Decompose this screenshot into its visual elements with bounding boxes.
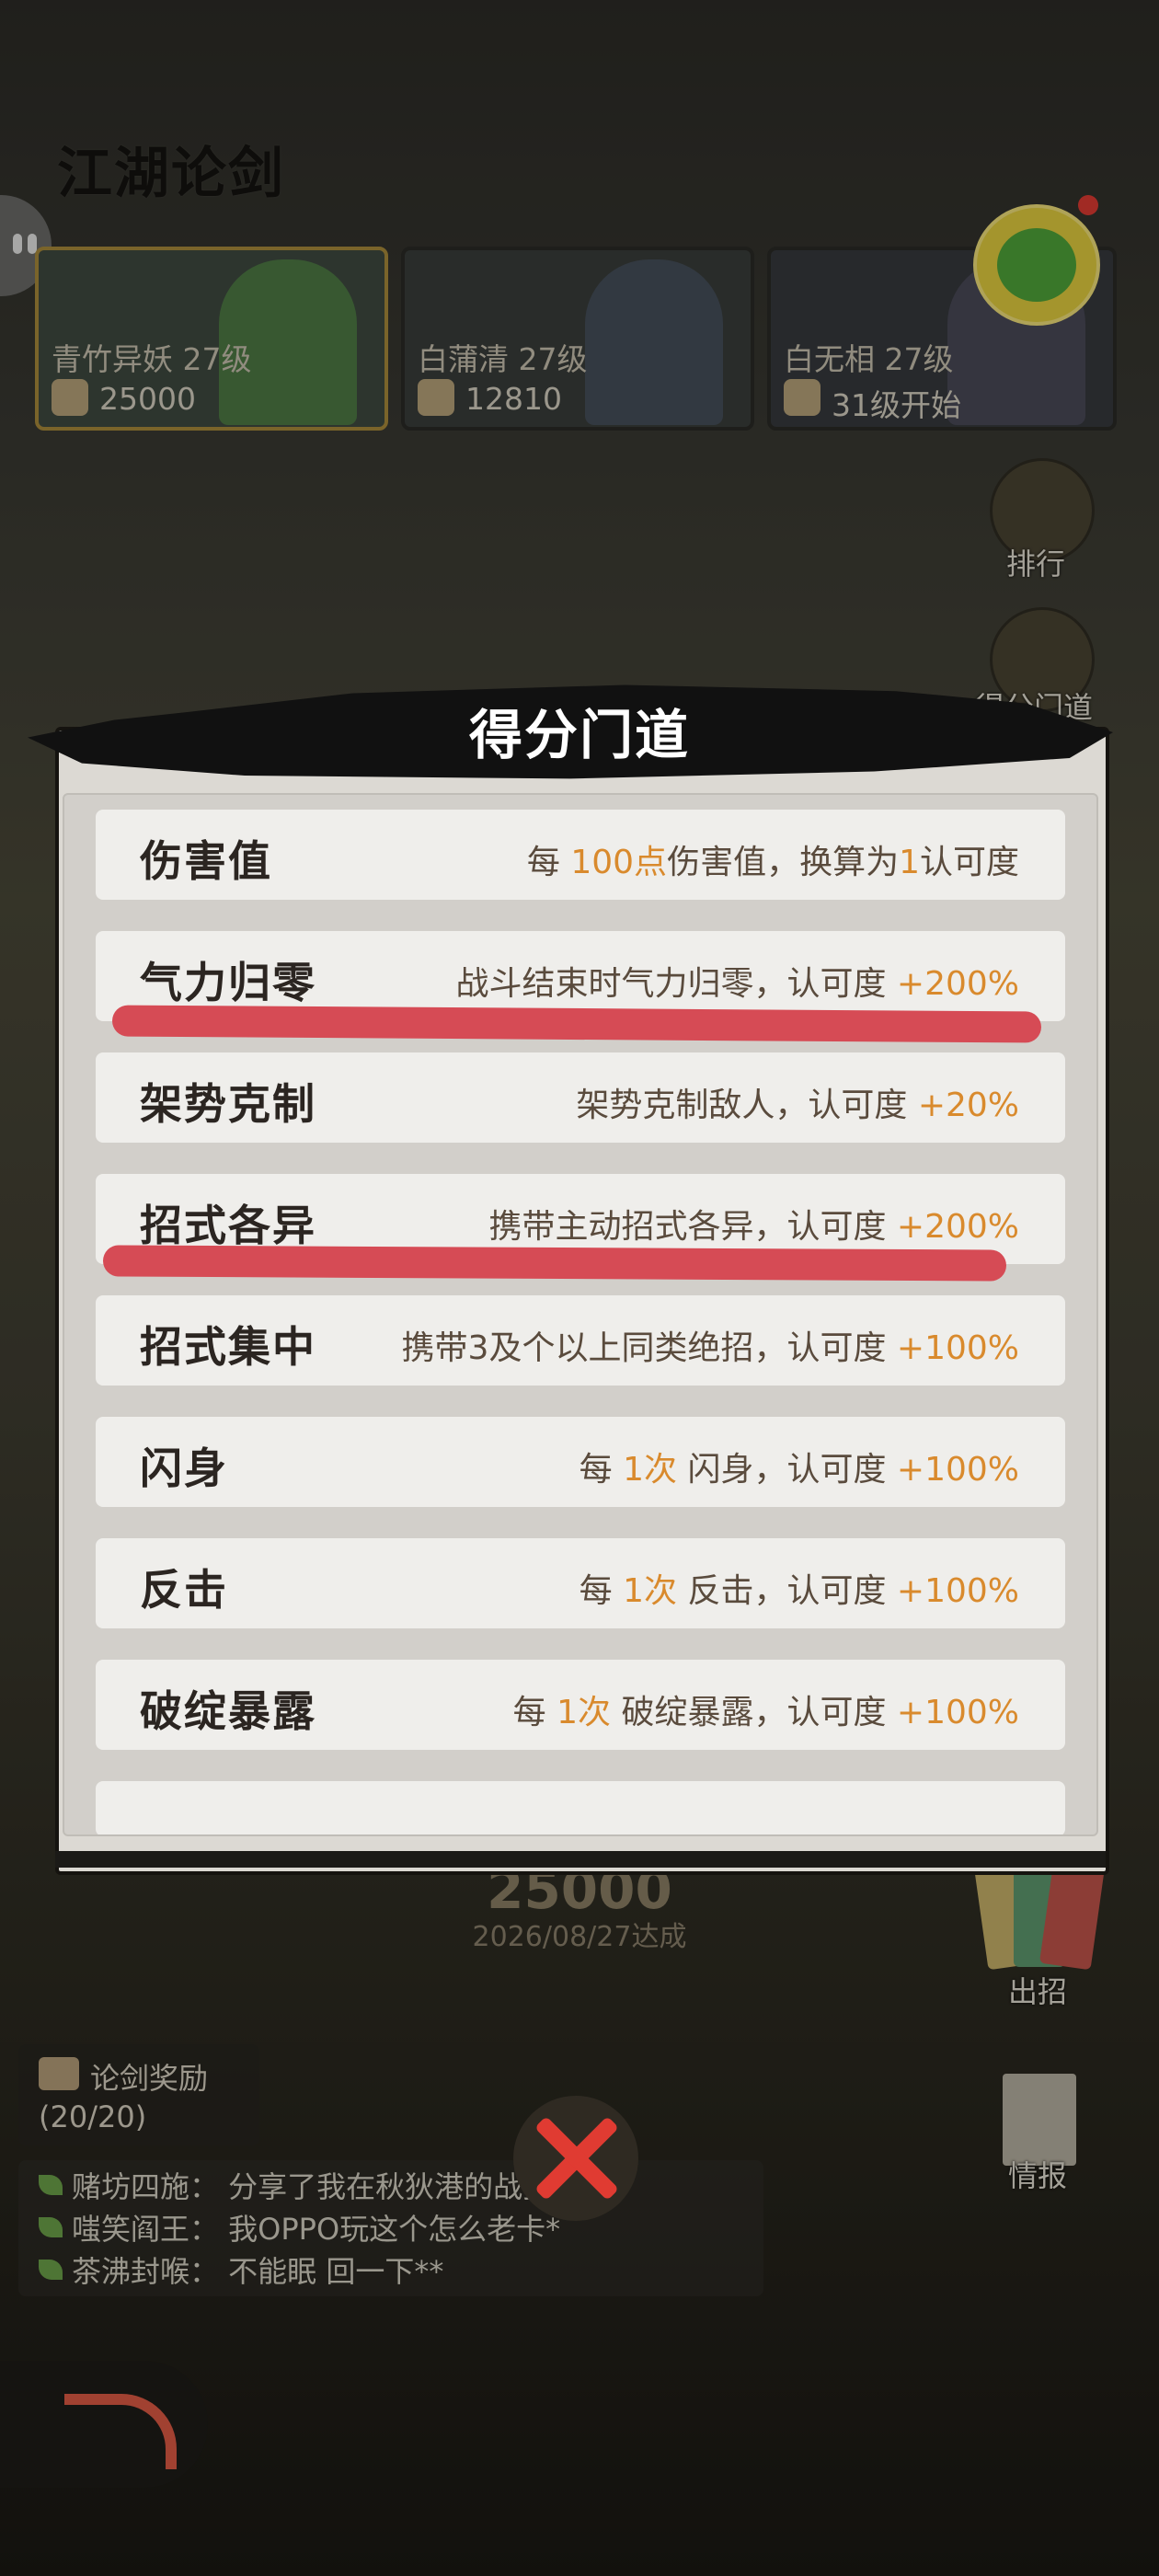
rule-value: +100% <box>896 1451 1019 1489</box>
rule-value: +100% <box>896 1329 1019 1367</box>
rule-label: 伤害值 <box>140 836 272 886</box>
rule-text: 架势克制敌人，认可度 <box>576 1087 918 1124</box>
rule-label: 架势克制 <box>140 1079 316 1129</box>
rule-text: 携带主动招式各异，认可度 <box>488 1208 897 1246</box>
highlight-stroke <box>102 1245 1007 1282</box>
rule-text: 伤害值，换算为 <box>667 844 900 881</box>
rule-desc: 架势克制敌人，认可度 +20% <box>576 1078 1019 1126</box>
rule-label: 破绽暴露 <box>140 1686 316 1736</box>
rule-label: 闪身 <box>140 1443 228 1493</box>
rule-text: 战斗结束时气力归零，认可度 <box>455 965 897 1003</box>
rule-value: 1次 <box>623 1572 678 1610</box>
rule-value: 1次 <box>623 1451 678 1489</box>
rule-label: 反击 <box>140 1565 228 1615</box>
rules-list[interactable]: 伤害值 每 100点伤害值，换算为1认可度 气力归零 战斗结束时气力归零，认可度… <box>63 793 1098 1836</box>
close-button[interactable] <box>513 2096 638 2221</box>
rule-value: +20% <box>917 1087 1019 1124</box>
rule-label: 招式集中 <box>140 1322 316 1372</box>
rule-text: 破绽暴露，认可度 <box>611 1694 897 1731</box>
rule-row-partial <box>96 1781 1065 1834</box>
rule-desc: 每 1次 反击，认可度 +100% <box>580 1564 1019 1612</box>
rule-row: 伤害值 每 100点伤害值，换算为1认可度 <box>96 810 1065 900</box>
rule-value: 100点 <box>570 844 668 881</box>
rule-desc: 战斗结束时气力归零，认可度 +200% <box>455 957 1019 1005</box>
modal-bottom-edge <box>55 1851 1106 1868</box>
highlight-stroke <box>111 1005 1042 1043</box>
rule-row: 反击 每 1次 反击，认可度 +100% <box>96 1538 1065 1628</box>
rule-text: 携带3及个以上同类绝招，认可度 <box>401 1329 897 1367</box>
rule-desc: 每 1次 闪身，认可度 +100% <box>580 1443 1019 1490</box>
rule-label: 招式各异 <box>140 1201 316 1250</box>
rule-value: +100% <box>896 1694 1019 1731</box>
rule-row: 破绽暴露 每 1次 破绽暴露，认可度 +100% <box>96 1660 1065 1750</box>
rule-row: 闪身 每 1次 闪身，认可度 +100% <box>96 1417 1065 1507</box>
rule-desc: 每 100点伤害值，换算为1认可度 <box>527 835 1019 883</box>
rule-text: 每 <box>579 1451 624 1489</box>
rule-row: 架势克制 架势克制敌人，认可度 +20% <box>96 1052 1065 1143</box>
rule-desc: 携带主动招式各异，认可度 +200% <box>488 1200 1019 1248</box>
rule-text: 反击，认可度 <box>677 1572 897 1610</box>
rule-desc: 携带3及个以上同类绝招，认可度 +100% <box>402 1321 1019 1369</box>
rule-value: +200% <box>896 1208 1019 1246</box>
rule-text: 闪身，认可度 <box>677 1451 897 1489</box>
rule-text: 每 <box>526 844 571 881</box>
rule-label: 气力归零 <box>140 958 316 1007</box>
rule-value: +100% <box>896 1572 1019 1610</box>
rule-text: 每 <box>512 1694 557 1731</box>
rule-desc: 每 1次 破绽暴露，认可度 +100% <box>513 1685 1019 1733</box>
rule-text: 每 <box>579 1572 624 1610</box>
rule-value: +200% <box>896 965 1019 1003</box>
rule-row: 招式集中 携带3及个以上同类绝招，认可度 +100% <box>96 1295 1065 1386</box>
rule-value: 1次 <box>557 1694 612 1731</box>
modal-title: 得分门道 <box>468 704 690 766</box>
rule-text: 认可度 <box>919 844 1019 881</box>
rule-value: 1 <box>899 844 920 881</box>
